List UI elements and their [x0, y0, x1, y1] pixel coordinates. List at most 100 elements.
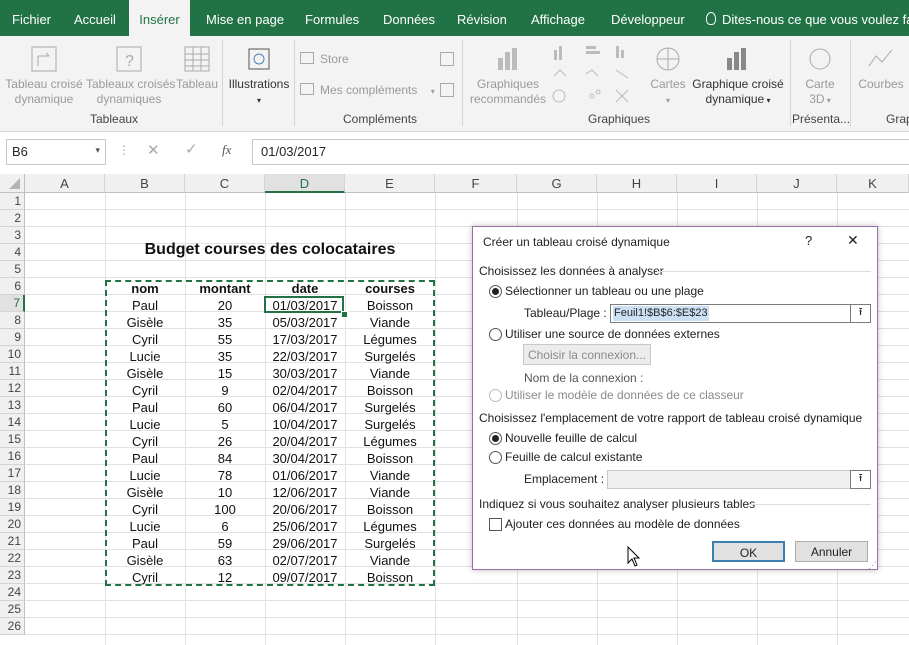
- store-button[interactable]: Store: [300, 52, 349, 67]
- name-box[interactable]: B6 ▾: [6, 139, 106, 165]
- row-header-23[interactable]: 23: [0, 567, 25, 584]
- collapse-dialog-icon[interactable]: ⭱: [850, 304, 871, 323]
- radio-new-worksheet-label[interactable]: Nouvelle feuille de calcul: [505, 431, 637, 445]
- row-header-17[interactable]: 17: [0, 465, 25, 482]
- row-header-14[interactable]: 14: [0, 414, 25, 431]
- cancel-button[interactable]: Annuler: [795, 541, 868, 562]
- tab-accueil[interactable]: Accueil: [74, 0, 116, 36]
- column-header-j[interactable]: J: [757, 174, 837, 193]
- tab-developpeur[interactable]: Développeur: [611, 0, 685, 36]
- bing-maps-button[interactable]: [440, 52, 454, 70]
- choose-connection-button[interactable]: Choisir la connexion...: [523, 344, 651, 365]
- row-header-3[interactable]: 3: [0, 227, 25, 244]
- my-addins-button[interactable]: Mes compléments ▾: [300, 83, 435, 99]
- range-label: Tableau/Plage :: [524, 306, 607, 320]
- row-header-1[interactable]: 1: [0, 193, 25, 210]
- pivot-chart-icon: [727, 48, 746, 70]
- row-header-25[interactable]: 25: [0, 601, 25, 618]
- tab-revision[interactable]: Révision: [457, 0, 507, 36]
- row-header-6[interactable]: 6: [0, 278, 25, 295]
- row-header-16[interactable]: 16: [0, 448, 25, 465]
- radio-data-model-label[interactable]: Utiliser le modèle de données de ce clas…: [505, 388, 744, 402]
- people-graph-button[interactable]: [440, 83, 454, 101]
- tell-me-box[interactable]: Dites-nous ce que vous voulez faire: [706, 0, 909, 36]
- tell-me-text: Dites-nous ce que vous voulez faire: [722, 12, 909, 27]
- row-header-22[interactable]: 22: [0, 550, 25, 567]
- 3d-map-button[interactable]: Carte 3D ▾: [796, 44, 844, 108]
- tab-mise-en-page[interactable]: Mise en page: [206, 0, 284, 36]
- column-header-e[interactable]: E: [345, 174, 435, 193]
- column-header-i[interactable]: I: [677, 174, 757, 193]
- recommended-charts-button[interactable]: Graphiques recommandés: [468, 44, 548, 107]
- insert-function-icon[interactable]: fx: [222, 142, 231, 158]
- help-button[interactable]: ?: [805, 233, 812, 248]
- row-header-11[interactable]: 11: [0, 363, 25, 380]
- radio-new-worksheet[interactable]: [489, 432, 502, 445]
- row-header-21[interactable]: 21: [0, 533, 25, 550]
- pivot-table-dialog: Créer un tableau croisé dynamique ? ✕ Ch…: [472, 226, 878, 570]
- tab-inserer[interactable]: Insérer: [129, 0, 190, 38]
- section-divider: [657, 271, 871, 272]
- recommended-pivot-button[interactable]: ? Tableaux croisés dynamiques: [86, 44, 175, 107]
- collapse-location-icon[interactable]: ⭱: [850, 470, 871, 489]
- ribbon: Tableau croisé dynamique ? Tableaux croi…: [0, 36, 909, 132]
- cancel-icon[interactable]: ✕: [147, 141, 160, 159]
- tab-affichage[interactable]: Affichage: [531, 0, 585, 36]
- sparkline-line-button[interactable]: Courbes: [856, 44, 906, 92]
- column-header-d[interactable]: D: [265, 174, 345, 193]
- radio-external-source-label[interactable]: Utiliser une source de données externes: [505, 327, 720, 341]
- row-header-10[interactable]: 10: [0, 346, 25, 363]
- tab-donnees[interactable]: Données: [383, 0, 435, 36]
- row-header-24[interactable]: 24: [0, 584, 25, 601]
- tab-fichier[interactable]: Fichier: [12, 0, 51, 36]
- formula-input[interactable]: 01/03/2017: [252, 139, 909, 165]
- resize-grip-icon[interactable]: ⋰: [868, 560, 877, 571]
- column-header-k[interactable]: K: [837, 174, 909, 193]
- recommended-charts-icon: [498, 48, 517, 70]
- radio-select-range-label[interactable]: Sélectionner un tableau ou une plage: [505, 284, 704, 298]
- column-header-a[interactable]: A: [25, 174, 105, 193]
- row-header-26[interactable]: 26: [0, 618, 25, 635]
- row-header-5[interactable]: 5: [0, 261, 25, 278]
- illustrations-button[interactable]: Illustrations ▾: [226, 44, 292, 108]
- select-all-corner[interactable]: [0, 174, 25, 193]
- column-header-f[interactable]: F: [435, 174, 517, 193]
- radio-existing-worksheet-label[interactable]: Feuille de calcul existante: [505, 450, 642, 464]
- table-button[interactable]: Tableau: [174, 44, 220, 92]
- column-header-g[interactable]: G: [517, 174, 597, 193]
- column-header-c[interactable]: C: [185, 174, 265, 193]
- maps-button[interactable]: Cartes ▾: [648, 44, 688, 108]
- row-header-18[interactable]: 18: [0, 482, 25, 499]
- group-graphiques-label: Graphiques: [588, 112, 651, 126]
- chart-types-grid[interactable]: [552, 44, 642, 110]
- row-header-8[interactable]: 8: [0, 312, 25, 329]
- row-header-9[interactable]: 9: [0, 329, 25, 346]
- location-input[interactable]: [607, 470, 852, 489]
- add-to-data-model-label[interactable]: Ajouter ces données au modèle de données: [505, 517, 740, 531]
- row-header-2[interactable]: 2: [0, 210, 25, 227]
- ok-button[interactable]: OK: [712, 541, 785, 562]
- row-header-13[interactable]: 13: [0, 397, 25, 414]
- row-header-12[interactable]: 12: [0, 380, 25, 397]
- enter-check-icon[interactable]: ✓: [185, 140, 198, 158]
- row-header-7[interactable]: 7: [0, 295, 25, 312]
- row-header-20[interactable]: 20: [0, 516, 25, 533]
- radio-existing-worksheet[interactable]: [489, 451, 502, 464]
- chevron-down-icon: ▾: [256, 96, 261, 105]
- radio-external-source[interactable]: [489, 328, 502, 341]
- add-to-data-model-checkbox[interactable]: [489, 518, 502, 531]
- column-header-h[interactable]: H: [597, 174, 677, 193]
- pivot-table-button[interactable]: Tableau croisé dynamique: [4, 44, 84, 107]
- range-input[interactable]: Feuil1!$B$6:$E$23: [610, 304, 852, 323]
- radio-select-range[interactable]: [489, 285, 502, 298]
- recommended-charts-label-2: recommandés: [469, 92, 547, 106]
- row-header-15[interactable]: 15: [0, 431, 25, 448]
- close-icon[interactable]: ✕: [847, 232, 859, 249]
- pivot-chart-button[interactable]: Graphique croisé dynamique ▾: [690, 44, 786, 108]
- row-header-4[interactable]: 4: [0, 244, 25, 261]
- tab-formules[interactable]: Formules: [305, 0, 359, 36]
- column-header-b[interactable]: B: [105, 174, 185, 193]
- radio-data-model[interactable]: [489, 389, 502, 402]
- row-header-19[interactable]: 19: [0, 499, 25, 516]
- chevron-down-icon[interactable]: ▾: [95, 145, 100, 156]
